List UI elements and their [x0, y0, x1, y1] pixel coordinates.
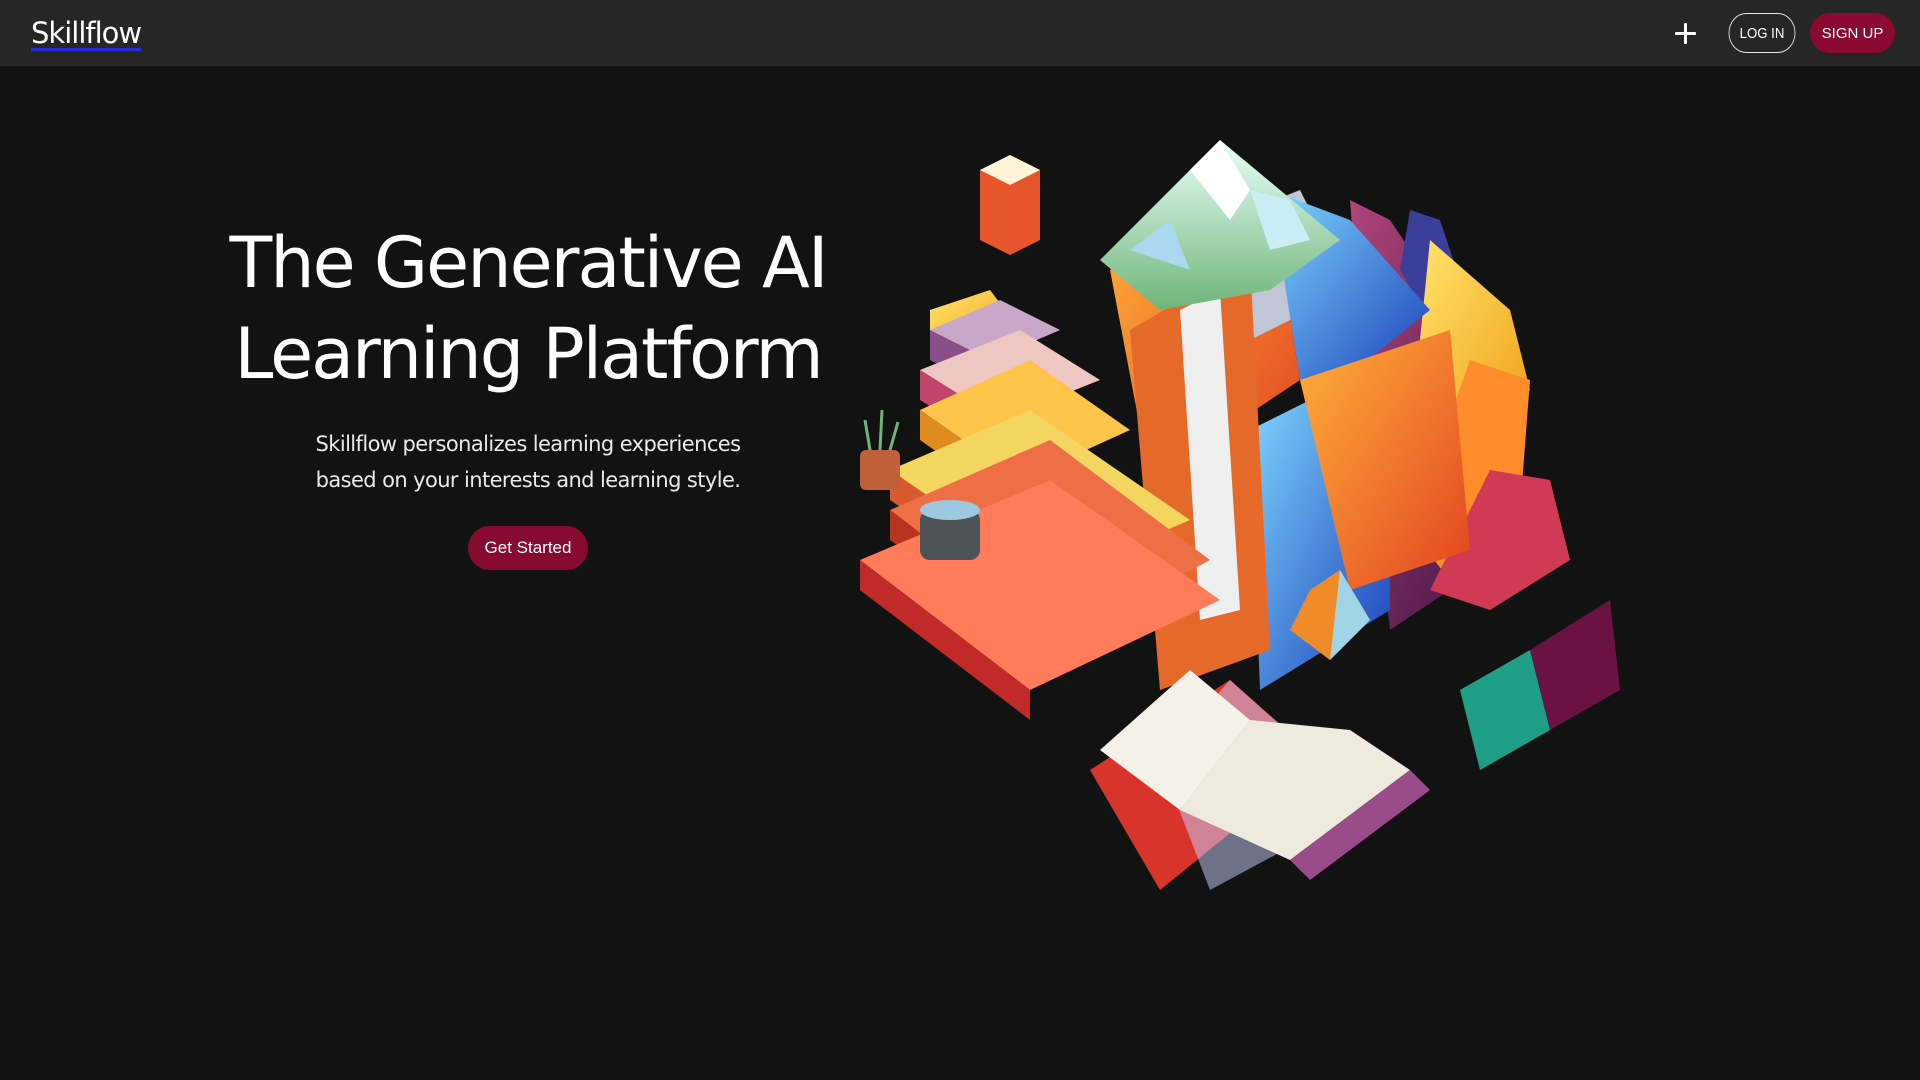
- hero-section: The Generative AI Learning Platform Skil…: [228, 218, 829, 570]
- teal-box: [1460, 600, 1620, 770]
- signup-button[interactable]: SIGN UP: [1810, 13, 1895, 53]
- hero-title-line-1: The Generative AI: [229, 222, 828, 304]
- hero-illustration: [860, 140, 1620, 890]
- plus-icon[interactable]: [1665, 13, 1705, 53]
- get-started-button[interactable]: Get Started: [468, 526, 588, 570]
- hero-title: The Generative AI Learning Platform: [228, 218, 828, 400]
- hero-title-line-2: Learning Platform: [234, 313, 823, 395]
- brand-logo-link[interactable]: Skillflow: [31, 16, 142, 50]
- navbar-actions: LOG IN SIGN UP: [1665, 13, 1895, 53]
- open-book: [1090, 670, 1430, 890]
- hero-subtitle: Skillflow personalizes learning experien…: [228, 426, 828, 498]
- top-navbar: Skillflow LOG IN SIGN UP: [0, 0, 1920, 66]
- hero-subtitle-line-2: based on your interests and learning sty…: [315, 468, 741, 492]
- login-button[interactable]: LOG IN: [1728, 13, 1796, 53]
- hero-subtitle-line-1: Skillflow personalizes learning experien…: [315, 432, 741, 456]
